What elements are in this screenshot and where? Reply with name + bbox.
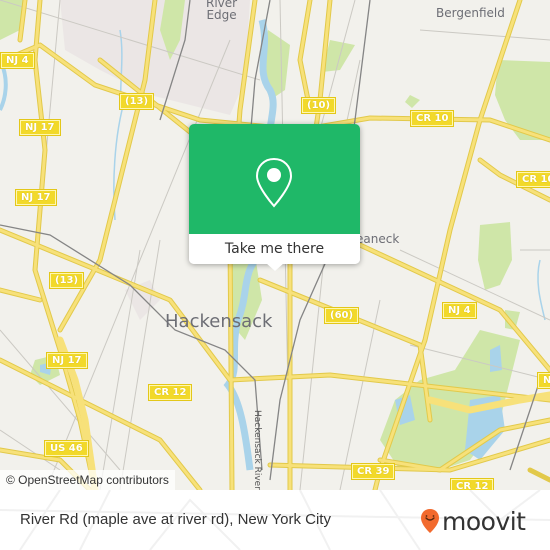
- map-pin-icon: [255, 157, 293, 208]
- map-view[interactable]: River Edge Bergenfield Hackensack eaneck…: [0, 0, 550, 490]
- stop-title: River Rd (maple ave at river rd), New Yo…: [20, 511, 331, 528]
- road-shield-us46: US 46: [44, 440, 89, 457]
- road-shield-nj4: NJ 4: [442, 302, 477, 319]
- road-shield-13: (13): [118, 93, 155, 110]
- title-separator: ,: [229, 511, 238, 528]
- road-shield-13: (13): [48, 272, 85, 289]
- road-shield-nj4: NJ 4: [0, 52, 35, 69]
- road-shield-cr12: CR 12: [147, 384, 193, 401]
- stop-name: River Rd (maple ave at river rd): [20, 511, 230, 528]
- road-shield-60: (60): [323, 307, 360, 324]
- road-shield-nj17: NJ 17: [15, 189, 57, 206]
- popup-pointer: [266, 263, 284, 271]
- road-shield-cr12: CR 12: [449, 478, 495, 490]
- place-label-line: Edge: [206, 8, 237, 22]
- moovit-wordmark: moovit: [442, 506, 526, 536]
- place-label-teaneck: eaneck: [356, 232, 400, 246]
- map-attribution[interactable]: © OpenStreetMap contributors: [0, 470, 175, 490]
- road-shield-nj: N: [536, 372, 550, 389]
- river-label-hackensack: Hackensack River: [252, 410, 262, 490]
- road-shield-10: (10): [300, 97, 337, 114]
- road-shield-nj17: NJ 17: [46, 352, 88, 369]
- location-popup: Take me there: [189, 124, 360, 271]
- road-shield-nj17: NJ 17: [19, 119, 61, 136]
- city-name: New York City: [237, 511, 331, 528]
- footer-bar: River Rd (maple ave at river rd), New Yo…: [0, 490, 550, 550]
- place-label-hackensack: Hackensack: [165, 311, 273, 332]
- moovit-logo[interactable]: moovit: [420, 504, 526, 538]
- place-label-river-edge: River Edge: [206, 0, 237, 21]
- road-shield-cr10: CR 10: [515, 171, 550, 188]
- road-shield-cr10: CR 10: [409, 110, 455, 127]
- take-me-there-button[interactable]: Take me there: [189, 234, 360, 264]
- road-shield-cr39: CR 39: [350, 463, 396, 480]
- moovit-pin-icon: [421, 509, 439, 533]
- popup-header: [189, 124, 360, 234]
- place-label-bergenfield: Bergenfield: [436, 6, 505, 20]
